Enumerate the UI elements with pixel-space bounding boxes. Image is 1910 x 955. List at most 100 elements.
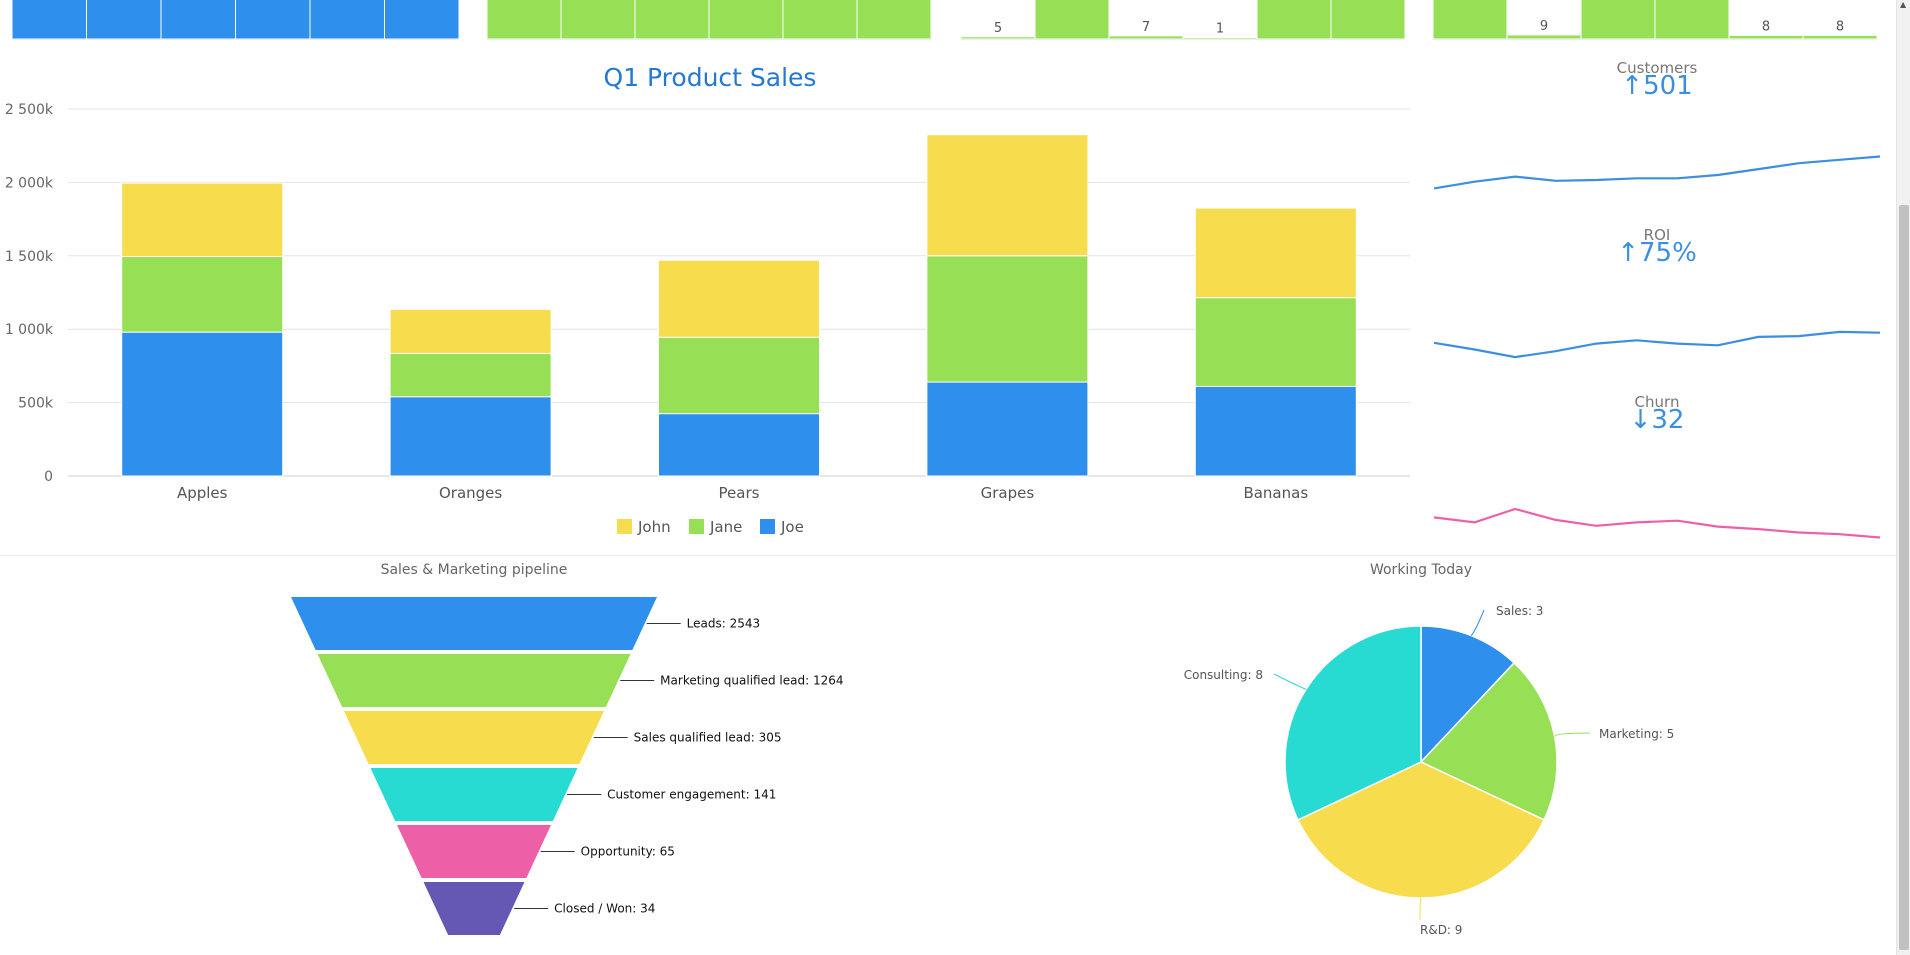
bar-jane-apples [121, 256, 284, 333]
bar-john-bananas [1194, 207, 1357, 299]
legend-swatch [760, 519, 775, 534]
bar-joe-bananas [1194, 385, 1357, 477]
kpi-value: ↑501 [1621, 71, 1692, 101]
sparkline [1433, 155, 1881, 190]
kpi-value: ↑75% [1617, 238, 1697, 268]
kpi-value: ↓32 [1630, 405, 1685, 435]
y-tick-label: 2 000k [5, 175, 54, 191]
bar [856, 0, 932, 40]
bar [1256, 0, 1332, 40]
bar [1654, 0, 1730, 40]
pie-slice-label: R&D: 9 [1420, 923, 1462, 937]
bar-data-label: 5 [994, 21, 1002, 36]
funnel-stage [423, 882, 525, 935]
legend-item-john: John [637, 518, 671, 536]
bar-jane-oranges [389, 352, 552, 398]
pipeline-funnel: Sales & Marketing pipeline Leads: 2543 Mar… [291, 562, 844, 935]
bar-joe-oranges [389, 396, 552, 477]
chart-title: Working Today [1370, 562, 1472, 578]
bar [1330, 0, 1406, 40]
bar [1580, 0, 1656, 40]
bar-john-grapes [926, 134, 1089, 257]
sparkline [1433, 507, 1881, 539]
bar [634, 0, 710, 40]
bar-jane-pears [658, 336, 820, 415]
pie-connector [1273, 673, 1307, 690]
working-today-pie: Working Today Sales: 3 Marketing: 5 R&D: 9 C… [1184, 562, 1675, 937]
y-tick-label: 2 500k [5, 102, 54, 118]
dashboard-canvas: 5 7 1 9 8 8 Q1 Product Sales 0 500k 1 000k 1 500k 2… [0, 0, 1896, 937]
funnel-stage [291, 597, 657, 650]
funnel-stage [317, 654, 631, 707]
y-tick-label: 1 500k [5, 249, 54, 265]
bar [86, 0, 162, 40]
funnel-stage-label: Closed / Won: 34 [554, 902, 655, 916]
funnel-stage-label: Marketing qualified lead: 1264 [660, 674, 843, 688]
pie-connector [1554, 732, 1591, 737]
bar-jane-bananas [1194, 297, 1357, 387]
bar [708, 0, 784, 40]
y-tick-label: 1 000k [5, 322, 54, 338]
bar-data-label: 8 [1762, 19, 1770, 34]
chart-title: Sales & Marketing pipeline [381, 562, 568, 578]
funnel-stage [344, 711, 604, 764]
bar [1506, 34, 1582, 40]
pie-slice-label: Marketing: 5 [1599, 727, 1674, 741]
product-sales-chart: Q1 Product Sales 0 500k 1 000k 1 500k 2 000k 2… [5, 63, 1410, 536]
bar [11, 0, 87, 40]
x-tick-label: Pears [719, 484, 760, 502]
pie-slice-label: Consulting: 8 [1184, 668, 1263, 682]
funnel-stage-label: Leads: 2543 [687, 617, 760, 631]
legend-item-joe: Joe [780, 518, 804, 536]
bar [384, 0, 460, 40]
chart-legend: John Jane Joe [617, 518, 804, 536]
kpi-customers: Customers↑501 [1433, 59, 1881, 190]
x-tick-label: Bananas [1243, 484, 1308, 502]
bar [309, 0, 385, 40]
legend-item-jane: Jane [709, 518, 742, 536]
top-partial-1 [11, 0, 460, 40]
funnel-stage [397, 825, 551, 878]
y-tick-label: 500k [18, 396, 54, 412]
bar-john-oranges [389, 308, 552, 354]
kpi-churn: Churn↓32 [1433, 393, 1881, 539]
pie-connector [1419, 897, 1422, 921]
bar-data-label: 1 [1216, 22, 1224, 37]
bar-joe-pears [658, 413, 820, 477]
bar-joe-grapes [926, 381, 1089, 477]
top-partial-2 [486, 0, 932, 40]
x-tick-label: Apples [177, 484, 228, 502]
y-tick-label: 0 [44, 469, 53, 485]
bar [1432, 0, 1508, 40]
top-partial-4: 9 8 8 [1432, 0, 1878, 40]
bar [235, 0, 311, 40]
bar [782, 0, 858, 40]
bar [1034, 0, 1110, 40]
funnel-stage-label: Sales qualified lead: 305 [634, 731, 782, 745]
bar-data-label: 8 [1836, 19, 1844, 34]
bar-john-pears [658, 259, 820, 338]
pie-connector [1470, 609, 1485, 636]
bar-joe-apples [121, 331, 284, 477]
bar [1182, 37, 1258, 40]
legend-swatch [689, 519, 704, 534]
scrollbar-thumb[interactable] [1899, 205, 1909, 950]
chart-title: Q1 Product Sales [604, 63, 817, 92]
funnel-stage-label: Opportunity: 65 [581, 845, 675, 859]
bar [1108, 35, 1184, 40]
pie-slice-label: Sales: 3 [1496, 604, 1543, 618]
bar [560, 0, 636, 40]
bar [1728, 34, 1804, 40]
funnel-stage [370, 768, 578, 821]
x-tick-label: Oranges [439, 484, 502, 502]
bar [486, 0, 562, 40]
bar-jane-grapes [926, 255, 1089, 383]
bar [160, 0, 236, 40]
funnel-stage-label: Customer engagement: 141 [607, 788, 776, 802]
page-scrollbar[interactable]: ▲ [1896, 0, 1910, 955]
sparkline [1433, 330, 1881, 359]
scroll-up-arrow-icon[interactable]: ▲ [1900, 1, 1906, 9]
kpi-roi: ROI↑75% [1433, 226, 1881, 359]
bar [1802, 34, 1878, 40]
bar-data-label: 9 [1540, 19, 1548, 34]
